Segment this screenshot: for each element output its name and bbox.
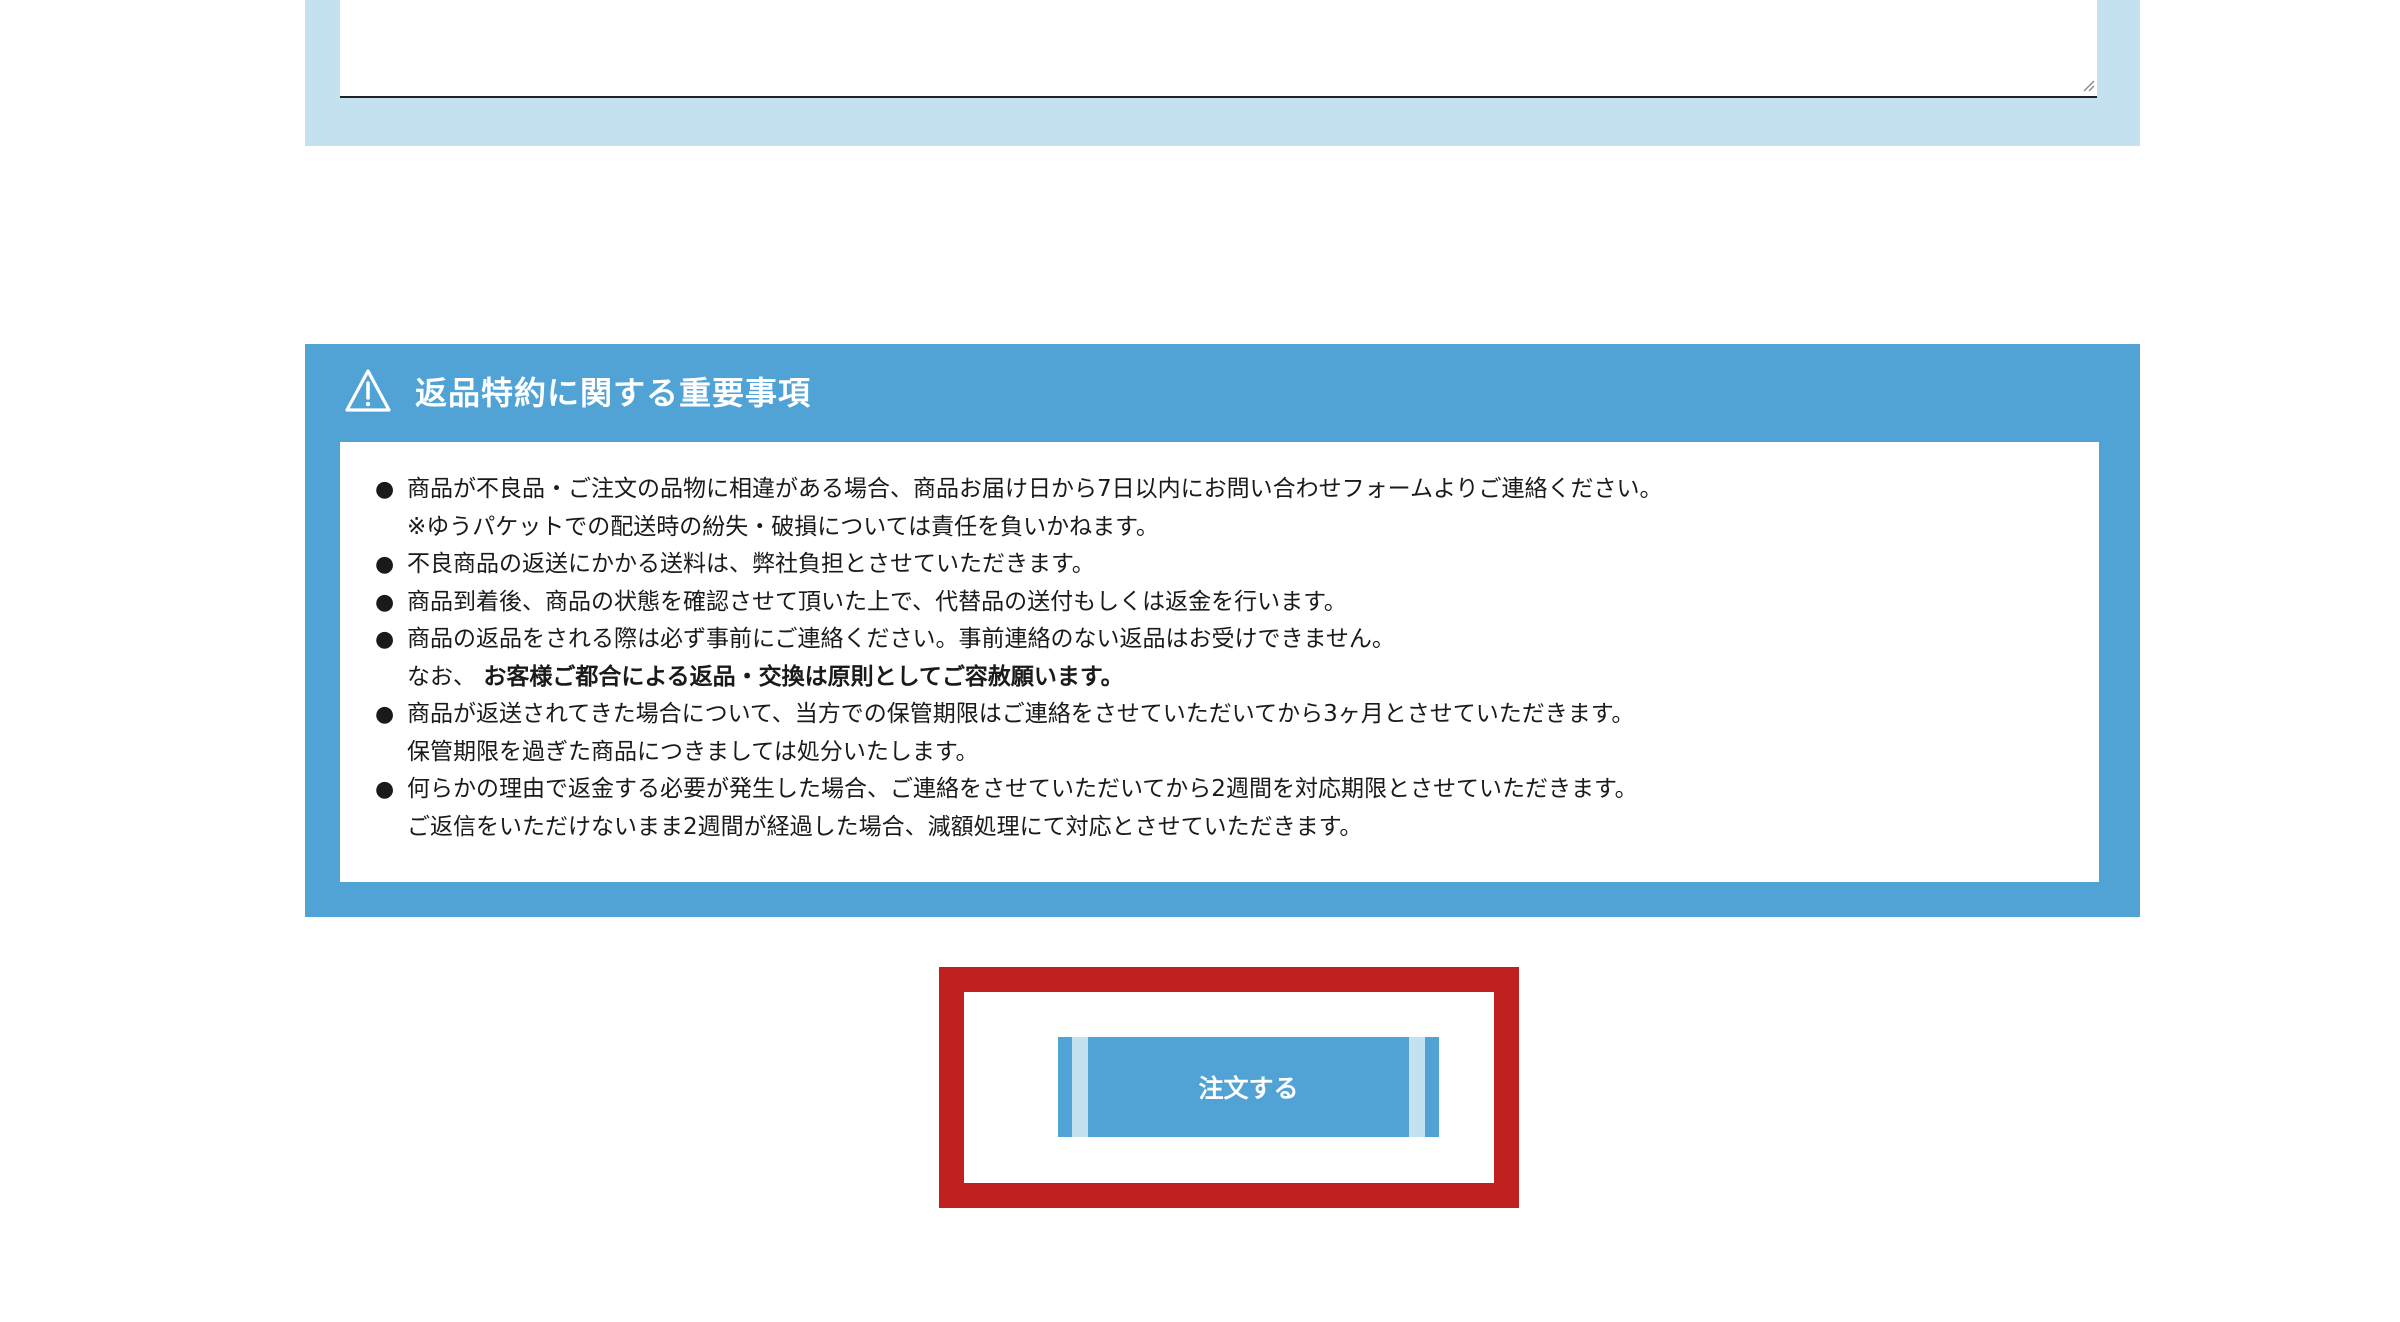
order-button-label: 注文する [1198,1074,1299,1103]
policy-line: 商品が不良品・ご注文の品物に相違がある場合、商品お届け日から7日以内にお問い合わ… [407,476,1663,502]
button-stripe-left [1072,1037,1088,1137]
resize-grip-icon[interactable] [2081,78,2095,92]
order-button-highlight: 注文する [939,967,1519,1208]
policy-item: ● 商品の返品をされる際は必ず事前にご連絡ください。事前連絡のない返品はお受けで… [375,621,2099,696]
bullet-icon: ● [375,777,395,802]
return-policy-panel: 返品特約に関する重要事項 ● 商品が不良品・ご注文の品物に相違がある場合、商品お… [305,344,2140,917]
return-policy-title: 返品特約に関する重要事項 [415,374,812,412]
button-stripe-right [1409,1037,1425,1137]
bullet-icon: ● [375,477,395,502]
policy-item: ● 商品が不良品・ご注文の品物に相違がある場合、商品お届け日から7日以内にお問い… [375,471,2099,546]
page: 返品特約に関する重要事項 ● 商品が不良品・ご注文の品物に相違がある場合、商品お… [0,0,2400,1322]
policy-note-emphasis: お客様ご都合による返品・交換は原則としてご容赦願います。 [483,663,1124,690]
policy-line: 商品が返送されてきた場合について、当方での保管期限はご連絡をさせていただいてから… [407,701,1635,727]
return-policy-body: ● 商品が不良品・ご注文の品物に相違がある場合、商品お届け日から7日以内にお問い… [340,442,2099,882]
warning-triangle-icon [345,369,391,412]
policy-line: 不良商品の返送にかかる送料は、弊社負担とさせていただきます。 [407,551,1095,577]
bullet-icon: ● [375,589,395,615]
policy-note: なお、 お客様ご都合による返品・交換は原則としてご容赦願います。 [407,659,1395,697]
bullet-icon: ● [375,552,395,577]
policy-item: ● 何らかの理由で返金する必要が発生した場合、ご連絡をさせていただいてから2週間… [375,771,2099,846]
policy-line: 商品到着後、商品の状態を確認させて頂いた上で、代替品の送付もしくは返金を行います… [407,588,1347,615]
bullet-icon: ● [375,627,395,652]
policy-line: 商品の返品をされる際は必ず事前にご連絡ください。事前連絡のない返品はお受けできま… [407,626,1395,652]
policy-item: ● 商品が返送されてきた場合について、当方での保管期限はご連絡をさせていただいて… [375,696,2099,771]
comment-textarea[interactable] [340,0,2097,98]
policy-line: 何らかの理由で返金する必要が発生した場合、ご連絡をさせていただいてから2週間を対… [407,776,1638,802]
policy-item: ● 不良商品の返送にかかる送料は、弊社負担とさせていただきます。 [375,546,2099,584]
policy-line: 保管期限を過ぎた商品につきましては処分いたします。 [407,738,979,765]
policy-line: ※ゆうパケットでの配送時の紛失・破損については責任を負いかねます。 [407,513,1159,540]
comment-panel [305,0,2140,146]
policy-item: ● 商品到着後、商品の状態を確認させて頂いた上で、代替品の送付もしくは返金を行い… [375,584,2099,622]
policy-line: ご返信をいただけないまま2週間が経過した場合、減額処理にて対応とさせていただきま… [407,813,1363,840]
return-policy-header: 返品特約に関する重要事項 [343,364,811,418]
order-submit-button[interactable]: 注文する [1058,1037,1439,1137]
policy-note-prefix: なお、 [407,663,484,690]
bullet-icon: ● [375,702,395,727]
